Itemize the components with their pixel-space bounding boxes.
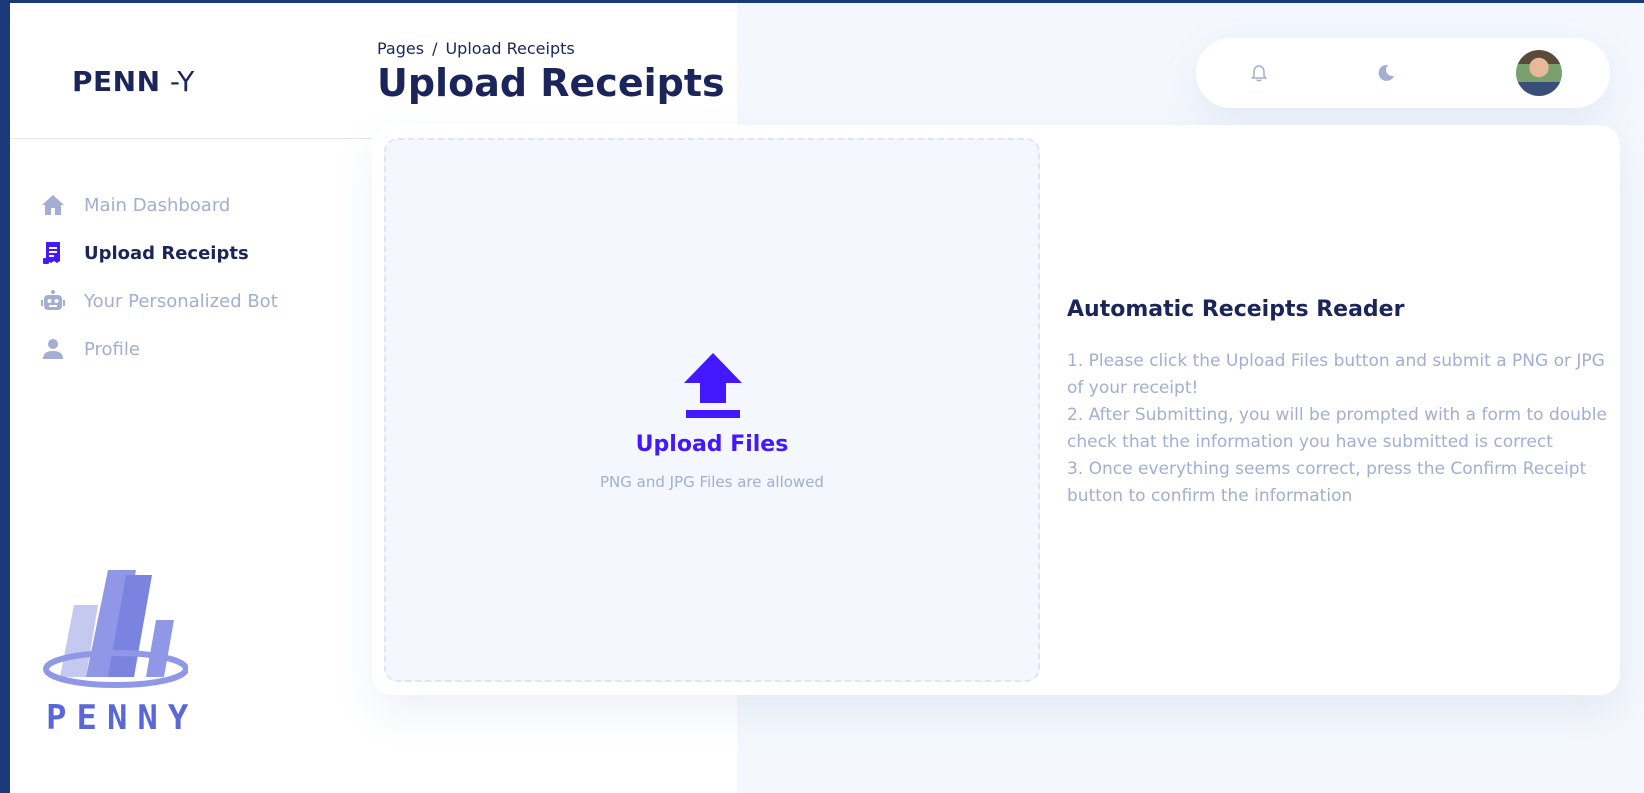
sidebar-item-label: Upload Receipts bbox=[84, 242, 249, 264]
sidebar-item-upload-receipts[interactable]: Upload Receipts bbox=[40, 229, 278, 277]
breadcrumb-current: Upload Receipts bbox=[445, 39, 575, 58]
info-step-3: 3. Once everything seems correct, press … bbox=[1067, 459, 1587, 506]
app-window: PENN -Y Main Dashboard Upload Receipts Y… bbox=[10, 3, 1644, 793]
upload-icon bbox=[684, 353, 742, 423]
sidebar-item-personalized-bot[interactable]: Your Personalized Bot bbox=[40, 277, 278, 325]
breadcrumb-root[interactable]: Pages bbox=[377, 39, 424, 58]
upload-card: Upload Files PNG and JPG Files are allow… bbox=[372, 125, 1620, 695]
sidebar-divider bbox=[10, 138, 372, 139]
brand-name-suffix: -Y bbox=[160, 65, 195, 98]
upload-dropzone[interactable]: Upload Files PNG and JPG Files are allow… bbox=[384, 138, 1040, 682]
sidebar-nav: Main Dashboard Upload Receipts Your Pers… bbox=[40, 181, 278, 373]
penny-logo: PENNY bbox=[38, 565, 189, 745]
upload-files-subtitle: PNG and JPG Files are allowed bbox=[600, 473, 824, 491]
breadcrumb-separator: / bbox=[432, 39, 438, 58]
bell-icon[interactable] bbox=[1246, 60, 1272, 86]
info-step-2: 2. After Submitting, you will be prompte… bbox=[1067, 405, 1607, 452]
penny-logo-graphic bbox=[43, 570, 189, 688]
info-step-1: 1. Please click the Upload Files button … bbox=[1067, 351, 1605, 398]
breadcrumb: Pages / Upload Receipts bbox=[377, 39, 575, 58]
brand-name-bold: PENN bbox=[72, 65, 161, 98]
brand-name[interactable]: PENN -Y bbox=[72, 65, 195, 98]
avatar[interactable] bbox=[1516, 50, 1562, 96]
person-icon bbox=[40, 336, 66, 362]
sidebar-item-profile[interactable]: Profile bbox=[40, 325, 278, 373]
penny-logo-text: PENNY bbox=[46, 698, 199, 738]
info-title: Automatic Receipts Reader bbox=[1067, 297, 1405, 322]
upload-files-title[interactable]: Upload Files bbox=[386, 432, 1038, 457]
sidebar-item-label: Main Dashboard bbox=[84, 194, 231, 216]
info-panel: Automatic Receipts Reader 1. Please clic… bbox=[1067, 297, 1607, 510]
home-icon bbox=[40, 192, 66, 218]
sidebar-item-main-dashboard[interactable]: Main Dashboard bbox=[40, 181, 278, 229]
sidebar-item-label: Profile bbox=[84, 338, 140, 360]
topbar bbox=[1196, 38, 1610, 108]
moon-icon[interactable] bbox=[1373, 60, 1399, 86]
receipt-icon bbox=[40, 240, 66, 266]
page-title: Upload Receipts bbox=[377, 61, 725, 105]
sidebar: PENN -Y Main Dashboard Upload Receipts Y… bbox=[10, 3, 372, 793]
robot-icon bbox=[40, 288, 66, 314]
sidebar-item-label: Your Personalized Bot bbox=[84, 290, 278, 312]
